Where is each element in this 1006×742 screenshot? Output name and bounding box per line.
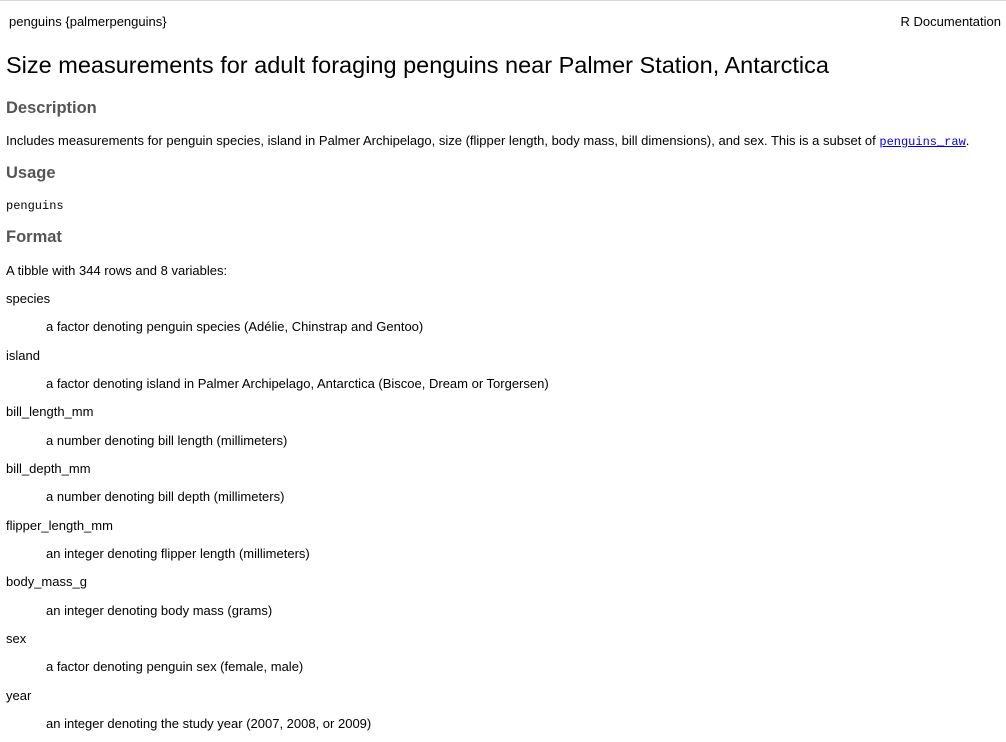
variable-name: bill_depth_mm [6,461,91,476]
penguins-raw-link[interactable]: penguins_raw [879,135,965,149]
description-text-before: Includes measurements for penguin specie… [6,133,880,148]
description-heading: Description [6,99,97,117]
variable-name: body_mass_g [6,574,87,589]
description-text-after: . [965,133,970,148]
usage-heading: Usage [6,164,56,182]
topic-label: penguins {palmerpenguins} [9,14,167,29]
variable-name: year [6,688,32,703]
variable-name: bill_length_mm [6,404,94,419]
variable-description: a factor denoting penguin sex (female, m… [46,659,304,674]
r-documentation-label: R Documentation [900,14,1001,29]
variable-name: island [6,348,40,363]
variable-name: flipper_length_mm [6,518,113,533]
page-title: Size measurements for adult foraging pen… [6,52,829,78]
usage-code: penguins [6,199,64,213]
variable-description: an integer denoting body mass (grams) [46,603,273,618]
variable-description: a number denoting bill depth (millimeter… [46,489,285,504]
variable-description: a factor denoting island in Palmer Archi… [46,376,549,391]
description-text: Includes measurements for penguin specie… [6,133,969,149]
variable-description: a factor denoting penguin species (Adéli… [46,319,424,334]
variable-description: a number denoting bill length (millimete… [46,433,288,448]
doc-header: penguins {palmerpenguins} R Documentatio… [9,14,1001,30]
variable-description: an integer denoting flipper length (mill… [46,546,310,561]
variable-description: an integer denoting the study year (2007… [46,716,372,731]
format-heading: Format [6,228,62,246]
format-intro: A tibble with 344 rows and 8 variables: [6,263,228,278]
r-help-page: penguins {palmerpenguins} R Documentatio… [0,0,1006,742]
variable-name: sex [6,631,27,646]
variable-name: species [6,291,51,306]
